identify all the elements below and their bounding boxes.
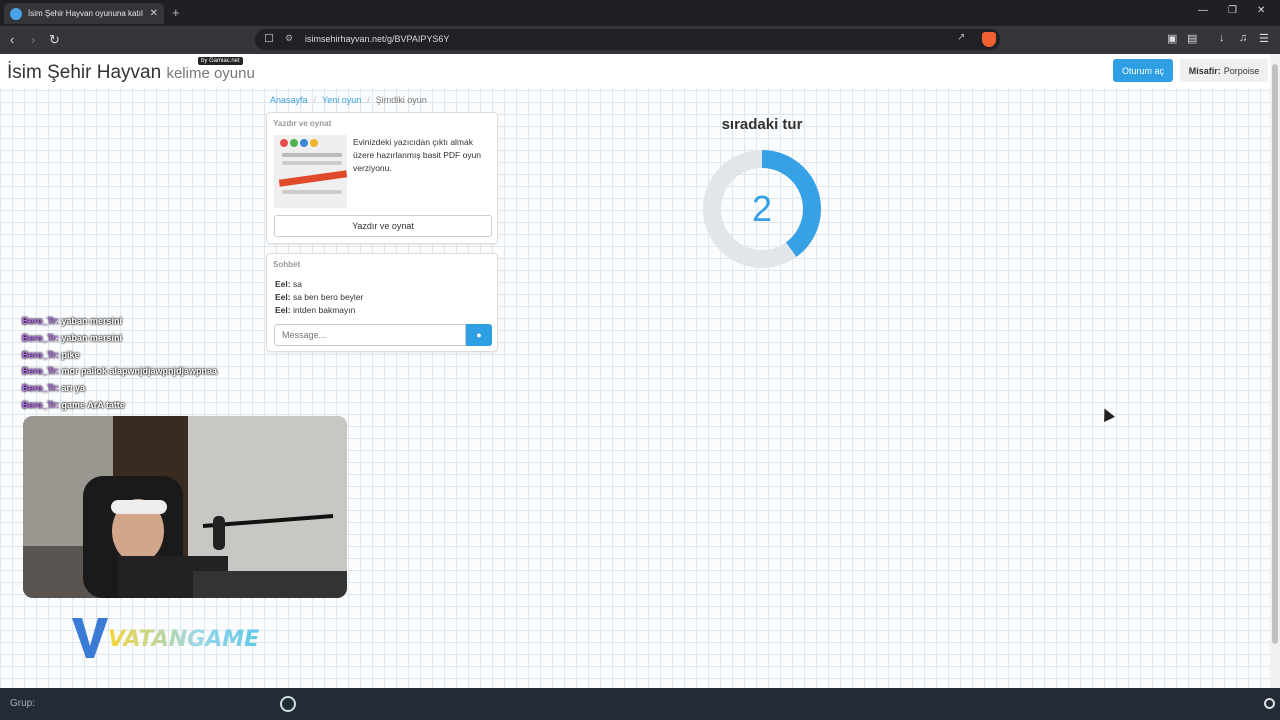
group-label: Grup: (10, 698, 36, 709)
chat-panel: Sohbet Eel: sa Eel: sa ben bero beyler E… (266, 253, 498, 352)
breadcrumb-new-game[interactable]: Yeni oyun (322, 95, 361, 105)
breadcrumb: Anasayfa / Yeni oyun / Şimdiki oyun (270, 95, 427, 105)
brave-shield-icon[interactable] (982, 32, 996, 47)
guest-user[interactable]: Misafir: Porpoise (1180, 59, 1268, 82)
back-icon[interactable]: ‹ (10, 32, 14, 47)
close-window-button[interactable]: ✕ (1257, 5, 1265, 16)
reload-icon[interactable]: ↻ (49, 32, 60, 48)
taskbar: Grup: (0, 688, 1280, 720)
menu-icon[interactable]: ☰ (1259, 32, 1269, 45)
chat-message: Eel: intden bakmayın (275, 305, 356, 315)
forward-icon[interactable]: › (31, 32, 35, 47)
print-and-play-button[interactable]: Yazdır ve oynat (274, 215, 492, 237)
share-icon[interactable]: ↗ (957, 32, 965, 43)
mouse-cursor-icon (1099, 406, 1115, 422)
stream-chat-line: Bero_Tr: mor pallok alapwnjdjawpnjdjawpn… (22, 366, 218, 377)
stream-chat-line: Bero_Tr: yaban mersini (22, 332, 123, 343)
webcam-overlay (23, 416, 347, 598)
logo-text: VATANGAME (108, 627, 259, 652)
guest-label: Misafir: (1188, 65, 1221, 76)
browser-window: İsim Şehir Hayvan oyununa katıl ✕ + — ❐ … (0, 0, 1280, 720)
stream-chat-line: Bero_Tr: arı ya (22, 383, 86, 394)
wallet-icon[interactable]: ▤ (1187, 32, 1197, 45)
browser-toolbar: ‹ › ↻ ☐ ⚙ isimsehirhayvan.net/g/BVPAIPYS… (0, 26, 1280, 54)
round-countdown-ring: 2 (703, 150, 821, 268)
tab-close-icon[interactable]: ✕ (150, 8, 158, 19)
guest-name: Porpoise (1223, 65, 1260, 76)
scroll-thumb[interactable] (1272, 64, 1278, 644)
breadcrumb-current: Şimdiki oyun (375, 95, 427, 105)
globe-icon (10, 7, 22, 20)
brand-title: İsim Şehir Hayvan (7, 62, 162, 83)
breadcrumb-home[interactable]: Anasayfa (270, 95, 308, 105)
print-thumbnail (274, 135, 347, 208)
tray-icon[interactable] (1264, 698, 1275, 709)
address-bar[interactable]: ☐ ⚙ isimsehirhayvan.net/g/BVPAIPYS6Y ↗ (255, 29, 1000, 50)
chat-message-input[interactable] (274, 324, 466, 346)
site-header: İsim Şehir Hayvan kelime oyunu by Gamiac… (0, 54, 1270, 88)
site-brand[interactable]: İsim Şehir Hayvan kelime oyunu (7, 62, 255, 84)
countdown-number: 2 (752, 188, 772, 229)
tab-strip: İsim Şehir Hayvan oyununa katıl ✕ + — ❐ … (0, 0, 1280, 26)
print-panel: Yazdır ve oynat Evinizdeki yazıcıdan çık… (266, 112, 498, 244)
page-scrollbar[interactable] (1270, 54, 1280, 688)
breadcrumb-separator: / (313, 95, 317, 105)
stream-chat-line: Bero_Tr: pike (22, 349, 80, 360)
bookmark-icon[interactable]: ☐ (264, 32, 274, 45)
tab-title: İsim Şehir Hayvan oyununa katıl (28, 9, 143, 18)
stream-chat-line: Bero_Tr: yaban mersini (22, 316, 123, 326)
restore-button[interactable]: ❐ (1228, 5, 1237, 16)
vatangame-logo: VATANGAME (72, 618, 259, 658)
media-icon[interactable]: ♫ (1239, 32, 1247, 44)
site-info-icon[interactable]: ⚙ (285, 33, 293, 44)
tab-active[interactable]: İsim Şehir Hayvan oyununa katıl ✕ (4, 3, 164, 24)
web-page: İsim Şehir Hayvan kelime oyunu by Gamiac… (0, 54, 1270, 688)
webcam-image (23, 416, 347, 598)
by-badge: by Gamiac.net (198, 57, 243, 65)
url-text: isimsehirhayvan.net/g/BVPAIPYS6Y (305, 34, 450, 44)
print-panel-heading: Yazdır ve oynat (273, 119, 332, 128)
print-description: Evinizdeki yazıcıdan çıktı almak üzere h… (353, 137, 482, 173)
stream-chat-overlay: Bero_Tr: yaban mersini Bero_Tr: yaban me… (22, 313, 282, 414)
new-tab-button[interactable]: + (172, 5, 180, 20)
login-button[interactable]: Oturum aç (1113, 59, 1173, 82)
chat-heading: Sohbet (273, 260, 301, 269)
stream-chat-line: Bero_Tr: game ArA tatte (22, 399, 125, 410)
send-message-button[interactable]: ● (466, 324, 492, 346)
chat-bubble-icon: ● (476, 330, 482, 340)
minimize-button[interactable]: — (1198, 5, 1208, 16)
obs-icon[interactable] (280, 696, 296, 712)
download-icon[interactable]: ↓ (1219, 32, 1225, 44)
brand-subtitle: kelime oyunu (166, 65, 255, 82)
breadcrumb-separator: / (367, 95, 370, 105)
extensions-icon[interactable]: ▣ (1167, 32, 1177, 45)
chat-message: Eel: sa (275, 279, 302, 289)
next-round-label: sıradaki tur (721, 116, 803, 133)
chat-message: Eel: sa ben bero beyler (275, 292, 364, 302)
